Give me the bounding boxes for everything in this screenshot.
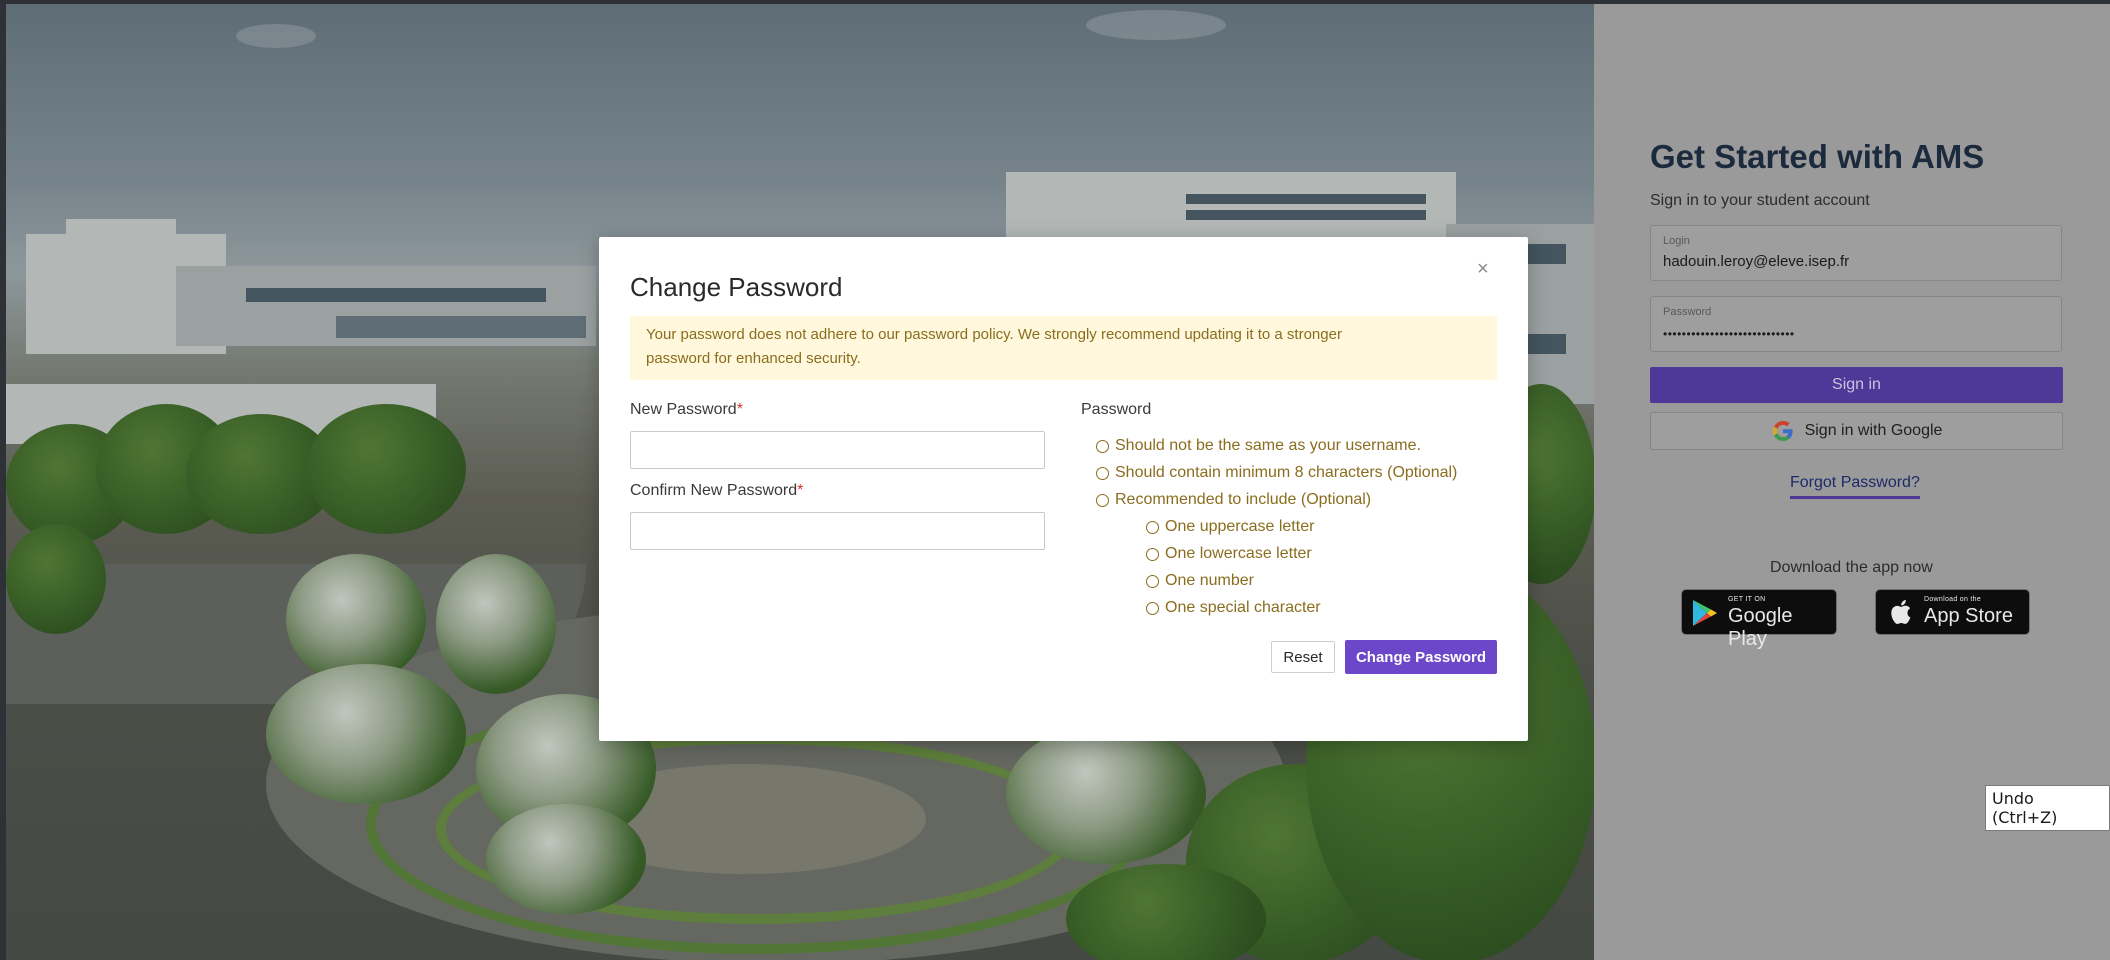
- radio-circle-icon: [1146, 601, 1159, 615]
- alert-line-2: password for enhanced security.: [646, 350, 861, 367]
- subrule-text: One special character: [1165, 599, 1321, 616]
- password-field[interactable]: Password ••••••••••••••••••••••••••••: [1650, 296, 2062, 352]
- subrule-number: One number: [1146, 572, 1254, 590]
- app-store-small-text: Download on the: [1924, 596, 1982, 603]
- subrule-text: One uppercase letter: [1165, 518, 1315, 535]
- left-border: [0, 0, 6, 960]
- rule-text: Recommended to include (Optional): [1115, 491, 1372, 508]
- new-password-label: New Password*: [630, 401, 743, 419]
- subrule-lowercase: One lowercase letter: [1146, 545, 1312, 563]
- radio-circle-icon: [1146, 547, 1159, 561]
- apple-icon: [1888, 598, 1912, 631]
- app-store-big-text: App Store: [1924, 605, 2013, 627]
- screen: Get Started with AMS Sign in to your stu…: [0, 0, 2110, 960]
- sign-in-with-google-button[interactable]: Sign in with Google: [1650, 412, 2063, 450]
- google-play-big-text: Google Play: [1728, 605, 1793, 650]
- rule-not-username: Should not be the same as your username.: [1096, 437, 1421, 455]
- subrule-text: One lowercase letter: [1165, 545, 1312, 562]
- close-icon[interactable]: ×: [1477, 259, 1489, 279]
- radio-circle-icon: [1096, 493, 1109, 507]
- google-play-icon: [1692, 599, 1718, 632]
- app-store-badge[interactable]: Download on the App Store: [1875, 589, 2030, 635]
- rule-recommended: Recommended to include (Optional): [1096, 491, 1371, 509]
- login-field-value: hadouin.leroy@eleve.isep.fr: [1663, 253, 1850, 270]
- subrule-special: One special character: [1146, 599, 1321, 617]
- policy-heading: Password: [1081, 401, 1152, 418]
- google-play-badge[interactable]: GET IT ON Google Play: [1681, 589, 1837, 650]
- password-policy-alert: Your password does not adhere to our pas…: [630, 316, 1497, 380]
- new-password-input[interactable]: [630, 431, 1045, 469]
- required-asterisk: *: [736, 401, 743, 418]
- rule-text: Should contain minimum 8 characters (Opt…: [1115, 464, 1458, 481]
- subrule-text: One number: [1165, 572, 1254, 589]
- password-field-label: Password: [1663, 306, 1712, 318]
- login-field[interactable]: Login hadouin.leroy@eleve.isep.fr: [1650, 225, 2062, 281]
- radio-circle-icon: [1146, 520, 1159, 534]
- login-field-label: Login: [1663, 235, 1690, 247]
- confirm-password-input[interactable]: [630, 512, 1045, 550]
- download-app-text: Download the app now: [1770, 559, 1933, 576]
- signin-subtitle: Sign in to your student account: [1650, 192, 1870, 209]
- google-button-label: Sign in with Google: [1804, 422, 1943, 439]
- undo-tooltip: Undo (Ctrl+Z): [1985, 785, 2110, 831]
- signin-title: Get Started with AMS: [1650, 138, 1985, 175]
- confirm-password-label-text: Confirm New Password: [630, 482, 798, 499]
- rule-text: Should not be the same as your username.: [1115, 437, 1421, 454]
- subrule-uppercase: One uppercase letter: [1146, 518, 1314, 536]
- new-password-label-text: New Password: [630, 401, 737, 418]
- google-play-small-text: GET IT ON: [1728, 596, 1766, 603]
- alert-line-1: Your password does not adhere to our pas…: [646, 326, 1342, 343]
- change-password-button[interactable]: Change Password: [1345, 640, 1497, 674]
- radio-circle-icon: [1096, 466, 1109, 480]
- required-asterisk: *: [797, 482, 804, 499]
- google-icon: [1771, 419, 1795, 443]
- rule-min-length: Should contain minimum 8 characters (Opt…: [1096, 464, 1457, 482]
- change-password-modal: Change Password × Your password does not…: [599, 237, 1528, 741]
- modal-title: Change Password: [630, 272, 843, 302]
- radio-circle-icon: [1096, 439, 1109, 453]
- sign-in-button[interactable]: Sign in: [1650, 367, 2063, 403]
- reset-button[interactable]: Reset: [1271, 641, 1335, 673]
- password-field-value: ••••••••••••••••••••••••••••: [1663, 327, 1795, 341]
- radio-circle-icon: [1146, 574, 1159, 588]
- confirm-password-label: Confirm New Password*: [630, 482, 803, 500]
- forgot-password-link[interactable]: Forgot Password?: [1790, 474, 1920, 499]
